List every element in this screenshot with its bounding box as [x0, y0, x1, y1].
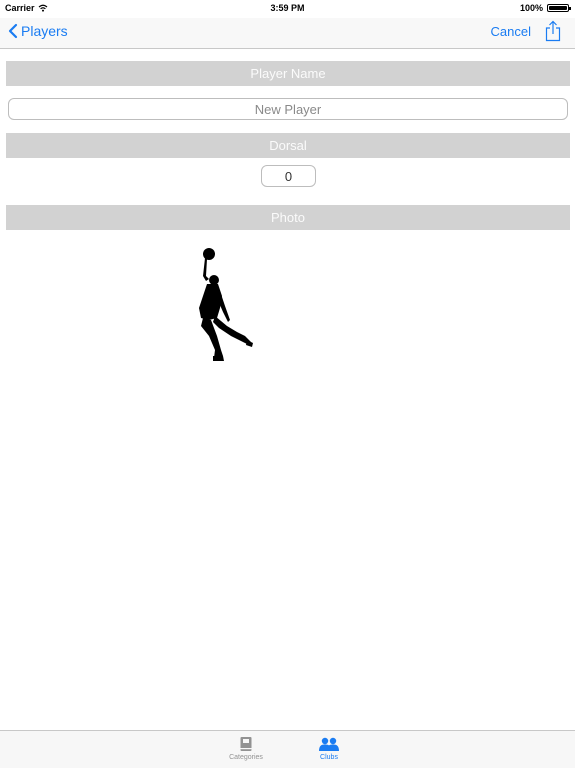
cancel-button[interactable]: Cancel [491, 24, 531, 39]
player-photo[interactable] [193, 246, 255, 362]
player-name-header: Player Name [6, 61, 570, 86]
chevron-left-icon [8, 23, 18, 39]
status-bar: Carrier 3:59 PM 100% [0, 0, 575, 18]
back-button-label: Players [21, 23, 68, 39]
share-icon [545, 20, 561, 42]
tab-clubs[interactable]: Clubs [299, 736, 359, 761]
photo-header: Photo [6, 205, 570, 230]
book-icon [240, 737, 252, 751]
share-button[interactable] [545, 20, 561, 47]
dorsal-header: Dorsal [6, 133, 570, 158]
people-icon [319, 737, 339, 751]
status-time: 3:59 PM [270, 3, 305, 13]
dorsal-input[interactable] [261, 165, 316, 187]
tab-bar: Categories Clubs [0, 730, 575, 768]
battery-percent: 100% [519, 3, 543, 13]
tab-categories-label: Categories [229, 754, 263, 761]
back-button[interactable]: Players [8, 23, 68, 39]
battery-icon [547, 4, 571, 12]
battery-fill [549, 6, 567, 10]
tab-categories[interactable]: Categories [216, 736, 276, 761]
basketball-player-silhouette-icon [199, 248, 253, 361]
player-name-input[interactable] [8, 98, 568, 120]
navigation-bar: Players Cancel [0, 18, 575, 49]
battery-tip [569, 7, 571, 10]
status-right: 100% [519, 3, 571, 13]
tab-clubs-label: Clubs [320, 754, 338, 761]
